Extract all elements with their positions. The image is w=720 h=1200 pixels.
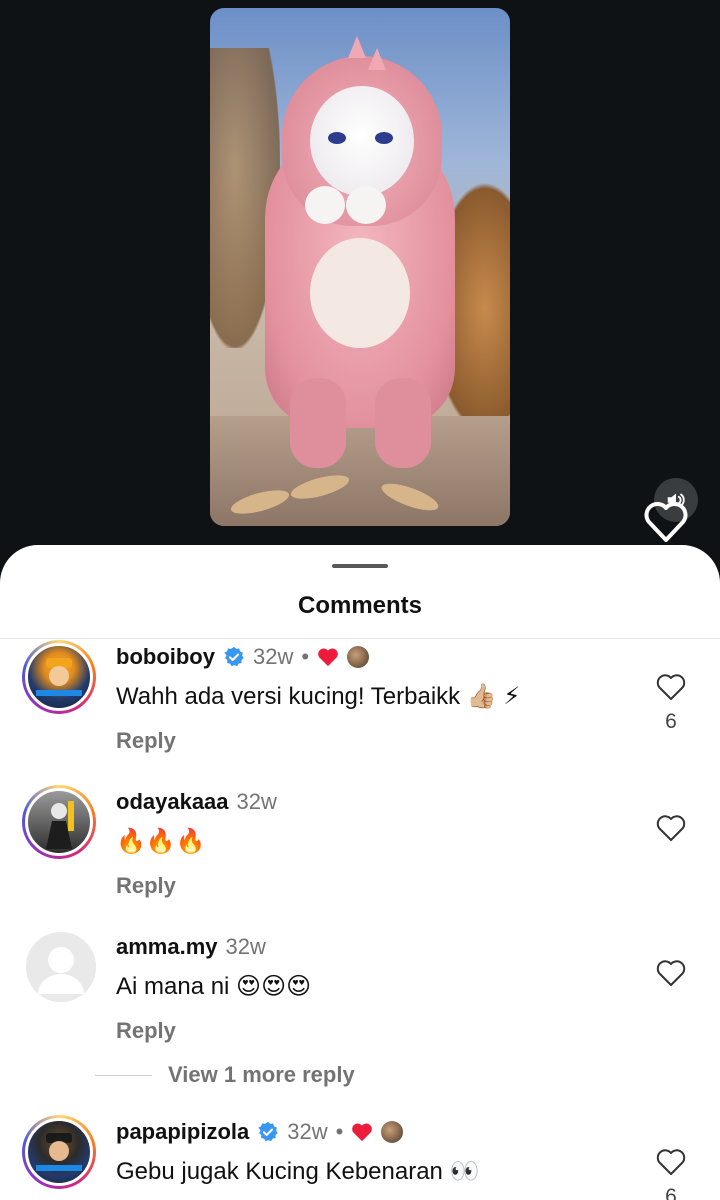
avatar-art-icon — [36, 1133, 82, 1171]
cat-paw — [305, 186, 345, 224]
reel-video-thumbnail[interactable] — [210, 8, 510, 526]
comment-meta: papapipizola 32w • — [116, 1117, 404, 1147]
heart-outline-icon[interactable] — [641, 496, 691, 546]
divider — [0, 638, 720, 639]
avatar[interactable] — [22, 640, 96, 714]
creator-liked-heart-icon — [318, 648, 338, 667]
cat-face — [310, 86, 414, 196]
like-count: 6 — [665, 710, 677, 733]
avatar[interactable] — [22, 785, 96, 859]
cat-belly — [310, 238, 410, 348]
comment-meta: boboiboy 32w • — [116, 642, 370, 672]
avatar[interactable] — [22, 1115, 96, 1189]
creator-avatar — [381, 1121, 404, 1143]
comment-time: 32w — [236, 789, 277, 814]
comment-text: Gebu jugak Kucing Kebenaran 👀 — [116, 1158, 480, 1185]
comment-time: 32w — [225, 934, 266, 959]
cat-leg — [290, 378, 346, 468]
heart-outline-icon[interactable] — [655, 1147, 687, 1177]
view-more-replies[interactable]: View 1 more reply — [95, 1062, 355, 1088]
avatar-art-icon — [36, 658, 82, 696]
cat-eye — [328, 132, 346, 144]
comment-meta: odayakaaa 32w — [116, 787, 277, 817]
cat-eye — [375, 132, 393, 144]
sheet-drag-handle[interactable] — [332, 564, 388, 568]
view-more-replies-label[interactable]: View 1 more reply — [168, 1062, 355, 1088]
username[interactable]: papapipizola — [116, 1119, 249, 1145]
verified-badge-icon — [258, 1121, 278, 1142]
reel-video-area[interactable] — [0, 0, 720, 560]
cat-leg — [375, 378, 431, 468]
cat-paw — [346, 186, 386, 224]
username[interactable]: amma.my — [116, 934, 218, 960]
username[interactable]: odayakaaa — [116, 789, 229, 815]
reply-button[interactable]: Reply — [116, 873, 176, 899]
hood-spike — [348, 36, 366, 58]
comment-text: Wahh ada versi kucing! Terbaikk 👍🏼 ⚡ — [116, 683, 521, 710]
comments-sheet: Comments boboiboy 32w • Wahh ada versi k… — [0, 545, 720, 1200]
comment-meta: amma.my 32w — [116, 932, 266, 962]
like-count: 6 — [665, 1185, 677, 1200]
comment-text: 🔥🔥🔥 — [116, 828, 206, 855]
avatar-art-icon — [46, 801, 74, 849]
divider — [95, 1074, 152, 1076]
comment-text: Ai mana ni 😍😍😍 — [116, 973, 312, 1000]
reply-button[interactable]: Reply — [116, 728, 176, 754]
heart-outline-icon[interactable] — [655, 958, 687, 988]
separator-dot: • — [335, 1119, 344, 1144]
comment-time: 32w — [287, 1119, 328, 1144]
heart-outline-icon[interactable] — [655, 813, 687, 843]
creator-liked-heart-icon — [352, 1123, 373, 1142]
creator-avatar — [347, 646, 370, 668]
username[interactable]: boboiboy — [116, 644, 215, 670]
sheet-title: Comments — [297, 592, 423, 619]
reply-button[interactable]: Reply — [116, 1018, 176, 1044]
verified-badge-icon — [224, 646, 244, 667]
heart-outline-icon[interactable] — [655, 672, 687, 702]
avatar[interactable] — [26, 932, 96, 1002]
hood-spike — [368, 48, 386, 70]
separator-dot: • — [301, 644, 310, 669]
default-avatar-icon — [38, 947, 84, 994]
comment-time: 32w — [252, 644, 294, 669]
